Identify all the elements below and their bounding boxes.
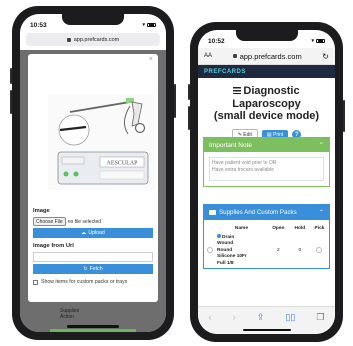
address-url: app.prefcards.com (239, 51, 302, 61)
fetch-button[interactable]: ↻ Fetch (33, 264, 153, 274)
image-upload-section: Image Choose File no file selected ☁ Upl… (33, 208, 153, 285)
choose-file-button[interactable]: Choose File (33, 217, 66, 226)
page-title: Diagnostic Laparoscopy (small device mod… (213, 85, 320, 123)
fetch-label: Fetch (89, 266, 103, 272)
tabs-icon[interactable]: ❐ (316, 312, 324, 323)
file-picker: Choose File no file selected (33, 217, 153, 226)
list-icon (233, 87, 242, 94)
row-thumbnail-icon (207, 246, 213, 253)
device-brand-label: AESCULAP (106, 161, 138, 167)
address-field[interactable]: app.prefcards.com (216, 52, 318, 61)
mute-switch (10, 68, 12, 84)
bookmarks-icon[interactable]: ▯▯ (285, 312, 295, 323)
lock-icon (232, 54, 237, 58)
status-time: 10:52 (208, 37, 225, 45)
chevron-up-icon: ⌃ (318, 209, 324, 216)
volume-button (10, 90, 12, 114)
forward-icon[interactable]: › (233, 312, 236, 322)
col-pick: Pick (314, 226, 325, 231)
pick-radio[interactable] (316, 246, 323, 253)
image-label: Image (33, 208, 50, 214)
wifi-icon: ▾ (311, 38, 314, 44)
notch (62, 14, 124, 25)
col-name: Name (234, 226, 248, 231)
left-screen: 10:53 ▾ app.prefcards.com × AESCULAP Ima… (20, 14, 166, 332)
fetch-icon: ↻ (83, 266, 88, 272)
custom-packs-label: Show items for custom packs or trays (41, 279, 128, 285)
power-button (174, 84, 176, 118)
status-time: 10:53 (30, 21, 47, 29)
col-hold: Hold (294, 226, 306, 231)
image-url-input[interactable] (33, 252, 153, 262)
note-text: Have patient void prior to OR Have extra… (209, 157, 324, 181)
left-phone-frame: 10:53 ▾ app.prefcards.com × AESCULAP Ima… (10, 6, 176, 340)
background-green-bar (50, 329, 136, 332)
cloud-upload-icon: ☁ (81, 230, 87, 236)
camera-icon (209, 210, 216, 215)
upload-button[interactable]: ☁ Upload (33, 228, 153, 238)
custom-packs-option[interactable]: Show items for custom packs or trays (33, 279, 153, 285)
table-row[interactable]: Drain Wound Round Silicone 10Fr Full 1/8… (204, 233, 329, 268)
item-open-count: 2 (277, 248, 280, 254)
image-url-label: Image from Url (33, 243, 74, 249)
brand-logo[interactable]: PREFCARDS (204, 69, 246, 75)
app-navbar: PREFCARDS (198, 65, 335, 78)
custom-packs-checkbox[interactable] (33, 279, 38, 285)
pref-card-page: Diagnostic Laparoscopy (small device mod… (198, 78, 335, 306)
supplies-header[interactable]: Supplies And Custom Packs ⌃ (204, 205, 329, 220)
no-file-text: no file selected (67, 218, 102, 225)
back-icon[interactable]: ‹ (209, 312, 212, 322)
notch (235, 30, 298, 41)
reload-icon[interactable]: ↻ (322, 52, 329, 61)
important-note-body: Have patient void prior to OR Have extra… (204, 152, 329, 186)
volume-button (188, 106, 190, 130)
important-note-panel: Important Note ⌃ Have patient void prior… (203, 137, 330, 187)
address-bar[interactable]: app.prefcards.com (26, 33, 160, 46)
right-phone-frame: 10:52 ▾ AA app.prefcards.com ↻ PREFCARDS… (188, 22, 345, 342)
power-button (343, 100, 345, 132)
share-icon[interactable]: ⇪ (257, 312, 265, 323)
table-header-row: Name Open Hold Pick (204, 224, 329, 233)
background-page-text: Supplies Action (60, 307, 80, 320)
mute-switch (188, 84, 190, 100)
supplies-panel: Supplies And Custom Packs ⌃ Name Open Ho… (203, 204, 330, 270)
home-indicator (67, 325, 119, 328)
address-url: app.prefcards.com (73, 36, 120, 43)
home-indicator (242, 328, 291, 331)
battery-icon (147, 22, 156, 28)
item-name[interactable]: Drain Wound Round Silicone 10Fr Full 1/8 (216, 233, 267, 268)
instrument-photo: AESCULAP (48, 94, 154, 190)
close-icon[interactable]: × (149, 56, 153, 63)
important-note-header[interactable]: Important Note ⌃ (204, 138, 329, 152)
item-hold-count: 0 (298, 248, 302, 254)
col-open: Open (272, 226, 285, 231)
supplies-table: Name Open Hold Pick Drain Wound Round Si… (204, 224, 329, 268)
chevron-up-icon: ⌃ (318, 142, 324, 149)
lock-icon (66, 37, 71, 42)
wifi-icon: ▾ (142, 22, 145, 28)
upload-label: Upload (88, 230, 105, 236)
reader-options-button[interactable]: AA (204, 53, 212, 59)
modal-backdrop: × AESCULAP Image Choose File no file sel… (20, 50, 166, 332)
image-modal: × AESCULAP Image Choose File no file sel… (28, 54, 158, 302)
right-screen: 10:52 ▾ AA app.prefcards.com ↻ PREFCARDS… (198, 30, 335, 334)
battery-icon (316, 38, 325, 44)
camera-dot-icon (217, 234, 221, 238)
browser-address-bar: AA app.prefcards.com ↻ (198, 48, 335, 65)
